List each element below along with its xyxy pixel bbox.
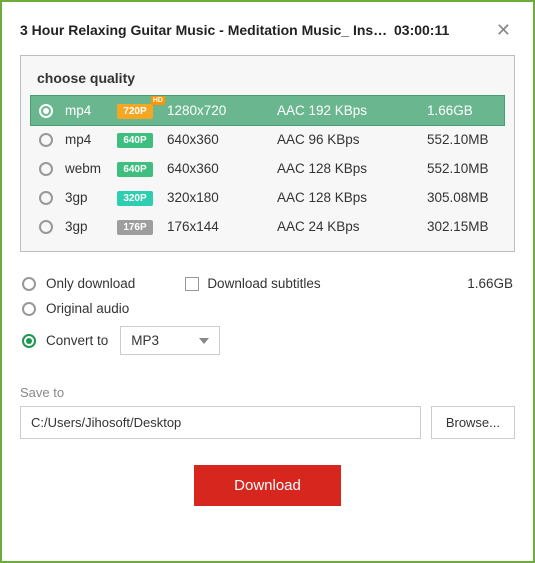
page-title: 3 Hour Relaxing Guitar Music - Meditatio… [20, 22, 390, 38]
close-icon[interactable]: ✕ [492, 17, 515, 43]
save-to-label: Save to [20, 385, 515, 400]
header: 3 Hour Relaxing Guitar Music - Meditatio… [20, 17, 515, 43]
browse-button[interactable]: Browse... [431, 406, 515, 439]
hd-badge: HD [151, 96, 165, 105]
subtitles-label: Download subtitles [207, 276, 320, 291]
resolution-badge: 176P [117, 220, 153, 235]
quality-row[interactable]: 3gp 320P 320x180 AAC 128 KBps 305.08MB [31, 183, 504, 212]
convert-to-label: Convert to [46, 333, 108, 348]
radio-icon [39, 104, 53, 118]
original-audio-label: Original audio [46, 301, 129, 316]
resolution-badge: 720P [117, 104, 153, 119]
size-label: 302.15MB [427, 219, 496, 234]
download-button[interactable]: Download [194, 465, 341, 506]
resolution-badge: 320P [117, 191, 153, 206]
format-label: mp4 [65, 132, 117, 147]
radio-icon [39, 191, 53, 205]
radio-only-download[interactable] [22, 277, 36, 291]
quality-panel: choose quality mp4 720P HD 1280x720 AAC … [20, 55, 515, 252]
quality-row[interactable]: 3gp 176P 176x144 AAC 24 KBps 302.15MB [31, 212, 504, 241]
resolution-badge: 640P [117, 133, 153, 148]
size-label: 1.66GB [427, 103, 496, 118]
quality-label: choose quality [31, 66, 504, 96]
radio-original-audio[interactable] [22, 302, 36, 316]
convert-format-select[interactable]: MP3 [120, 326, 220, 355]
convert-format-value: MP3 [131, 333, 159, 348]
chevron-down-icon [199, 338, 209, 344]
codec-label: AAC 24 KBps [277, 219, 427, 234]
resolution-label: 176x144 [167, 219, 277, 234]
save-path-input[interactable] [20, 406, 421, 439]
codec-label: AAC 96 KBps [277, 132, 427, 147]
format-label: 3gp [65, 190, 117, 205]
radio-icon [39, 220, 53, 234]
format-label: mp4 [65, 103, 117, 118]
size-label: 552.10MB [427, 132, 496, 147]
video-duration: 03:00:11 [394, 22, 449, 38]
checkbox-subtitles[interactable] [185, 277, 199, 291]
format-label: webm [65, 161, 117, 176]
radio-convert-to[interactable] [22, 334, 36, 348]
radio-icon [39, 133, 53, 147]
resolution-label: 640x360 [167, 132, 277, 147]
codec-label: AAC 192 KBps [277, 103, 427, 118]
size-label: 552.10MB [427, 161, 496, 176]
resolution-badge: 640P [117, 162, 153, 177]
radio-icon [39, 162, 53, 176]
format-label: 3gp [65, 219, 117, 234]
total-size: 1.66GB [467, 276, 513, 291]
resolution-label: 640x360 [167, 161, 277, 176]
quality-row[interactable]: webm 640P 640x360 AAC 128 KBps 552.10MB [31, 154, 504, 183]
quality-row[interactable]: mp4 720P HD 1280x720 AAC 192 KBps 1.66GB [30, 95, 505, 126]
codec-label: AAC 128 KBps [277, 161, 427, 176]
codec-label: AAC 128 KBps [277, 190, 427, 205]
quality-row[interactable]: mp4 640P 640x360 AAC 96 KBps 552.10MB [31, 125, 504, 154]
resolution-label: 320x180 [167, 190, 277, 205]
size-label: 305.08MB [427, 190, 496, 205]
resolution-label: 1280x720 [167, 103, 277, 118]
only-download-label: Only download [46, 276, 135, 291]
